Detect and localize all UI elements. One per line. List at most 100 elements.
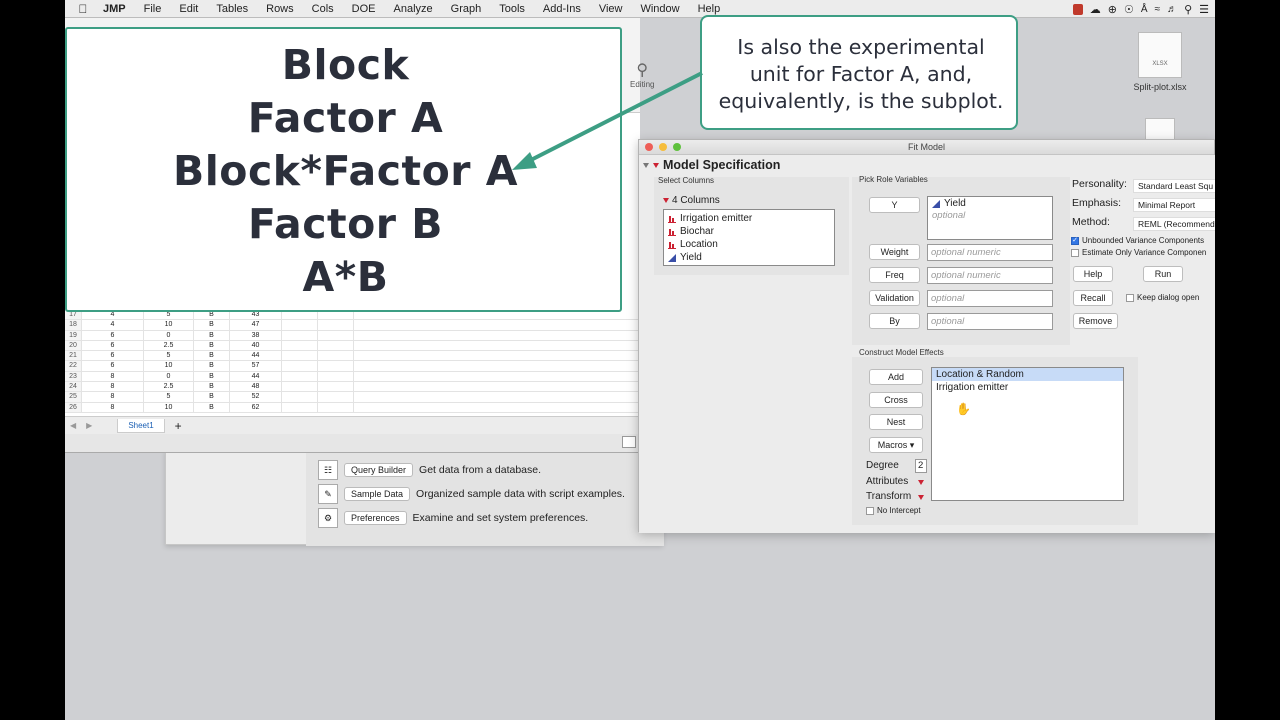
table-cell[interactable] [318,371,354,382]
prev-sheet-icon[interactable]: ◀ [65,421,81,430]
desktop-file-split-plot[interactable]: XLSX Split-plot.xlsx [1125,32,1195,92]
sync-icon[interactable]: ⊕ [1108,3,1117,16]
no-intercept-checkbox[interactable]: No Intercept [866,506,921,515]
table-cell[interactable] [282,402,318,412]
table-cell[interactable] [318,382,354,392]
table-cell[interactable] [282,340,318,351]
table-cell[interactable]: 6 [82,340,144,351]
menu-window[interactable]: Window [631,3,688,15]
remove-button[interactable]: Remove [1073,313,1118,329]
bluetooth-icon[interactable]: Å [1141,4,1148,15]
transform-menu-icon[interactable] [918,495,924,500]
row-number[interactable]: 23 [65,371,82,382]
table-cell[interactable]: 2.5 [144,382,194,392]
keep-dialog-open-checkbox[interactable]: Keep dialog open [1126,293,1199,302]
model-effects-list[interactable]: Location & Random Irrigation emitter [931,367,1124,501]
columns-menu-icon[interactable] [663,198,669,203]
menu-analyze[interactable]: Analyze [385,3,442,15]
row-number[interactable]: 20 [65,340,82,351]
estimate-variance-checkbox[interactable]: Estimate Only Variance Componen [1071,248,1206,257]
apple-menu-icon[interactable]:  [65,2,101,16]
row-number[interactable]: 21 [65,351,82,361]
validation-role-button[interactable]: Validation [869,290,920,306]
red-triangle-menu-icon[interactable] [653,162,659,168]
next-sheet-icon[interactable]: ▶ [81,421,97,430]
table-cell[interactable] [282,361,318,371]
table-cell[interactable]: 44 [230,351,282,361]
table-cell[interactable]: 0 [144,330,194,340]
weight-role-button[interactable]: Weight [869,244,920,260]
freq-role-field[interactable]: optional numeric [927,267,1053,284]
cloud-icon[interactable]: ☁ [1090,3,1101,16]
table-cell[interactable]: 62 [230,402,282,412]
table-cell[interactable] [318,402,354,412]
menu-doe[interactable]: DOE [343,3,385,15]
preferences-button[interactable]: Preferences [344,511,407,525]
table-cell[interactable]: 10 [144,402,194,412]
table-cell[interactable] [318,392,354,402]
accessibility-icon[interactable]: ☉ [1124,3,1134,16]
menu-add-ins[interactable]: Add-Ins [534,3,590,15]
menu-app-name[interactable]: JMP [101,3,135,15]
table-cell[interactable]: 6 [82,351,144,361]
add-sheet-button[interactable]: + [165,419,192,433]
menu-view[interactable]: View [590,3,632,15]
personality-select[interactable]: Standard Least Squ [1133,179,1215,193]
table-cell[interactable]: 47 [230,320,282,330]
y-role-list[interactable]: Yield optional [927,196,1053,240]
menu-tools[interactable]: Tools [490,3,534,15]
table-cell[interactable]: 38 [230,330,282,340]
degree-field[interactable]: 2 [915,459,927,473]
table-cell[interactable]: 5 [144,351,194,361]
menu-edit[interactable]: Edit [170,3,207,15]
table-cell[interactable] [282,382,318,392]
macros-button[interactable]: Macros ▾ [869,437,923,453]
table-cell[interactable]: 6 [82,361,144,371]
table-cell[interactable]: 10 [144,361,194,371]
close-window-button[interactable] [645,143,653,151]
table-cell[interactable]: 8 [82,382,144,392]
table-cell[interactable]: B [194,392,230,402]
weight-role-field[interactable]: optional numeric [927,244,1053,261]
sample-data-button[interactable]: Sample Data [344,487,411,501]
menu-list-icon[interactable]: ☰ [1199,3,1209,16]
table-cell[interactable]: B [194,371,230,382]
method-select[interactable]: REML (Recommend [1133,217,1215,231]
table-cell[interactable]: 10 [144,320,194,330]
table-cell[interactable]: B [194,340,230,351]
table-cell[interactable] [318,351,354,361]
table-cell[interactable]: 40 [230,340,282,351]
table-cell[interactable]: 52 [230,392,282,402]
table-cell[interactable]: B [194,402,230,412]
table-cell[interactable]: B [194,361,230,371]
column-item[interactable]: Irrigation emitter [664,212,834,225]
attributes-menu-icon[interactable] [918,480,924,485]
table-cell[interactable]: 0 [144,371,194,382]
grid-view-icon[interactable] [622,436,636,448]
validation-role-field[interactable]: optional [927,290,1053,307]
menu-cols[interactable]: Cols [303,3,343,15]
table-cell[interactable] [282,351,318,361]
tab-sheet1[interactable]: Sheet1 [117,418,165,433]
cross-button[interactable]: Cross [869,392,923,408]
columns-header[interactable]: 4 Columns [663,195,720,206]
row-number[interactable]: 19 [65,330,82,340]
app-status-icon[interactable] [1072,3,1083,15]
table-cell[interactable]: 8 [82,392,144,402]
table-cell[interactable]: B [194,351,230,361]
table-cell[interactable] [318,320,354,330]
table-cell[interactable]: 4 [82,320,144,330]
column-item[interactable]: Location [664,238,834,251]
zoom-window-button[interactable] [673,143,681,151]
menu-tables[interactable]: Tables [207,3,257,15]
table-cell[interactable] [318,340,354,351]
table-cell[interactable]: B [194,330,230,340]
row-number[interactable]: 18 [65,320,82,330]
model-specification-header[interactable]: Model Specification [643,158,780,172]
recall-button[interactable]: Recall [1073,290,1113,306]
menu-file[interactable]: File [135,3,171,15]
table-cell[interactable]: 5 [144,392,194,402]
row-number[interactable]: 24 [65,382,82,392]
query-builder-button[interactable]: Query Builder [344,463,414,477]
table-cell[interactable] [282,320,318,330]
